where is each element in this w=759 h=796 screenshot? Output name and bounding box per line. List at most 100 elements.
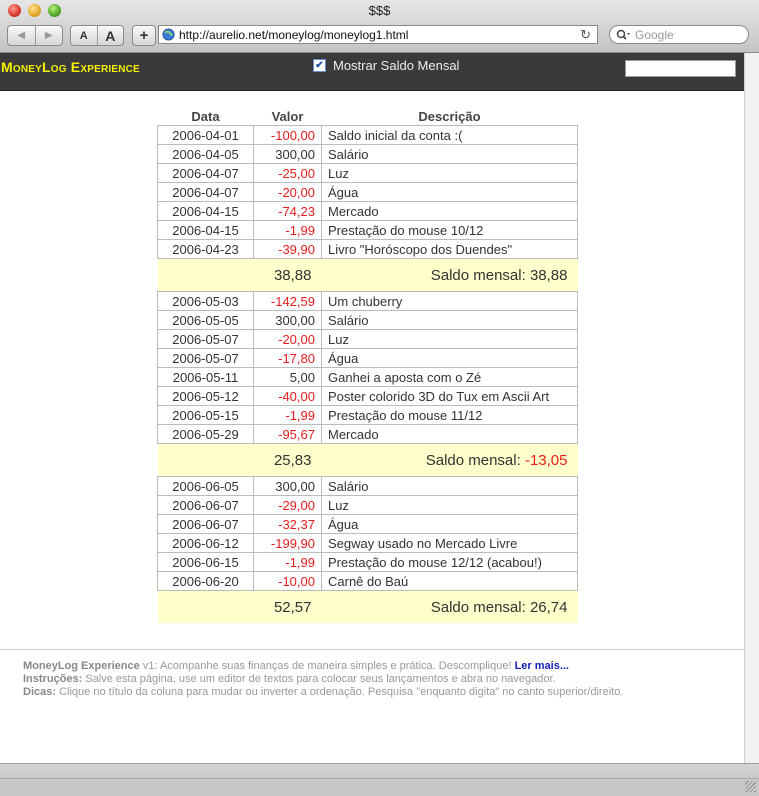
monthly-balance-toggle[interactable]: ✔ Mostrar Saldo Mensal	[313, 58, 459, 73]
table-row: 2006-05-12 -40,00 Poster colorido 3D do Tu…	[157, 386, 578, 406]
table-row: 2006-06-15 -1,99 Prestação do mouse 12/12 …	[157, 552, 578, 572]
entry-date: 2006-04-07	[157, 163, 254, 183]
table-row: 2006-06-07 -29,00 Luz	[157, 495, 578, 515]
entry-date: 2006-06-07	[157, 514, 254, 534]
entry-description: Salário	[321, 476, 578, 496]
address-bar[interactable]: http://aurelio.net/moneylog/moneylog1.ht…	[158, 25, 598, 44]
text-bigger-button[interactable]: A	[96, 26, 124, 45]
table-row: 2006-06-05 300,00 Salário	[157, 476, 578, 496]
entry-description: Luz	[321, 329, 578, 349]
footer-tips-label: Dicas:	[23, 686, 57, 698]
text-smaller-button[interactable]: A	[71, 26, 97, 45]
entry-value: -40,00	[253, 386, 322, 406]
entry-description: Mercado	[321, 424, 578, 444]
resize-grip-icon[interactable]	[745, 781, 756, 792]
table-row: 2006-05-05 300,00 Salário	[157, 310, 578, 330]
globe-icon	[162, 28, 175, 41]
entry-description: Um chuberry	[321, 291, 578, 311]
entry-value: -29,00	[253, 495, 322, 515]
entry-value: -20,00	[253, 182, 322, 202]
entry-description: Água	[321, 182, 578, 202]
entry-description: Prestação do mouse 12/12 (acabou!)	[321, 552, 578, 572]
month-total: 38,88	[253, 258, 322, 292]
monthly-summary-row: 25,83 Saldo mensal: -13,05	[157, 443, 578, 477]
entry-value: -74,23	[253, 201, 322, 221]
read-more-link[interactable]: Ler mais...	[515, 660, 569, 672]
entry-date: 2006-04-05	[157, 144, 254, 164]
entry-value: 300,00	[253, 144, 322, 164]
entry-description: Ganhei a aposta com o Zé	[321, 367, 578, 387]
table-row: 2006-04-01 -100,00 Saldo inicial da conta …	[157, 125, 578, 145]
entry-date: 2006-04-07	[157, 182, 254, 202]
text-size-buttons: A A	[70, 25, 124, 46]
balance-label: Saldo mensal:	[430, 266, 526, 284]
vertical-scrollbar[interactable]	[744, 53, 759, 763]
entry-date: 2006-06-07	[157, 495, 254, 515]
balance-value: 26,74	[529, 598, 568, 616]
entry-date: 2006-04-15	[157, 201, 254, 221]
entry-description: Salário	[321, 144, 578, 164]
ledger-table: Data Valor Descrição 2006-04-01 -100,00 Sa…	[157, 107, 578, 623]
footer-line-tips: Dicas: Clique no título da coluna para m…	[23, 686, 744, 699]
entry-date: 2006-04-15	[157, 220, 254, 240]
footer-instructions-text: Salve esta página, use um editor de text…	[82, 673, 556, 685]
status-bar-strip	[0, 778, 759, 796]
table-row: 2006-04-07 -25,00 Luz	[157, 163, 578, 183]
entry-value: -1,99	[253, 220, 322, 240]
checkmark-icon[interactable]: ✔	[313, 59, 326, 72]
back-arrow-icon[interactable]: ◀	[8, 26, 35, 45]
entry-description: Saldo inicial da conta :(	[321, 125, 578, 145]
nav-buttons: ◀ ▶	[7, 25, 63, 46]
footer-line-about: MoneyLog Experience v1: Acompanhe suas f…	[23, 660, 744, 673]
entry-description: Salário	[321, 310, 578, 330]
table-row: 2006-06-12 -199,90 Segway usado no Mercado…	[157, 533, 578, 553]
search-placeholder: Google	[635, 27, 674, 42]
entry-value: -10,00	[253, 571, 322, 591]
entry-date: 2006-06-05	[157, 476, 254, 496]
entry-value: -20,00	[253, 329, 322, 349]
table-row: 2006-06-07 -32,37 Água	[157, 514, 578, 534]
footer-tips-text: Clique no título da coluna para mudar ou…	[56, 686, 624, 698]
forward-arrow-icon[interactable]: ▶	[34, 26, 63, 45]
entry-value: -17,80	[253, 348, 322, 368]
column-header-description[interactable]: Descrição	[322, 107, 578, 126]
entry-value: -142,59	[253, 291, 322, 311]
entry-date: 2006-06-15	[157, 552, 254, 572]
month-balance: Saldo mensal: 38,88	[321, 258, 578, 292]
footer-app-name: MoneyLog Experience	[23, 660, 140, 672]
entry-date: 2006-04-01	[157, 125, 254, 145]
monthly-summary-row: 52,57 Saldo mensal: 26,74	[157, 590, 578, 623]
entry-date: 2006-04-23	[157, 239, 254, 259]
month-balance: Saldo mensal: 26,74	[321, 590, 578, 623]
table-row: 2006-04-05 300,00 Salário	[157, 144, 578, 164]
reload-icon[interactable]: ↻	[580, 27, 591, 43]
monthly-summary-row: 38,88 Saldo mensal: 38,88	[157, 258, 578, 292]
summary-spacer	[157, 258, 254, 292]
column-header-value[interactable]: Valor	[254, 107, 322, 126]
entry-date: 2006-06-12	[157, 533, 254, 553]
table-row: 2006-05-07 -17,80 Água	[157, 348, 578, 368]
entry-date: 2006-05-12	[157, 386, 254, 406]
add-bookmark-button[interactable]: +	[132, 25, 156, 46]
entry-value: -39,90	[253, 239, 322, 259]
page-footer: MoneyLog Experience v1: Acompanhe suas f…	[0, 649, 744, 699]
filter-search-input[interactable]	[625, 60, 736, 77]
entry-value: -1,99	[253, 405, 322, 425]
entry-date: 2006-06-20	[157, 571, 254, 591]
entry-value: -199,90	[253, 533, 322, 553]
table-row: 2006-05-07 -20,00 Luz	[157, 329, 578, 349]
table-row: 2006-05-03 -142,59 Um chuberry	[157, 291, 578, 311]
entry-date: 2006-05-05	[157, 310, 254, 330]
entry-value: -25,00	[253, 163, 322, 183]
entry-description: Carnê do Baú	[321, 571, 578, 591]
month-total: 25,83	[253, 443, 322, 477]
entry-value: 300,00	[253, 476, 322, 496]
window-title: $$$	[368, 3, 391, 18]
column-header-date[interactable]: Data	[158, 107, 254, 126]
entry-date: 2006-05-11	[157, 367, 254, 387]
entry-date: 2006-05-15	[157, 405, 254, 425]
ledger-body: 2006-04-01 -100,00 Saldo inicial da conta …	[157, 125, 578, 623]
table-row: 2006-04-15 -74,23 Mercado	[157, 201, 578, 221]
entry-value: 300,00	[253, 310, 322, 330]
browser-search-field[interactable]: Google	[609, 25, 749, 44]
